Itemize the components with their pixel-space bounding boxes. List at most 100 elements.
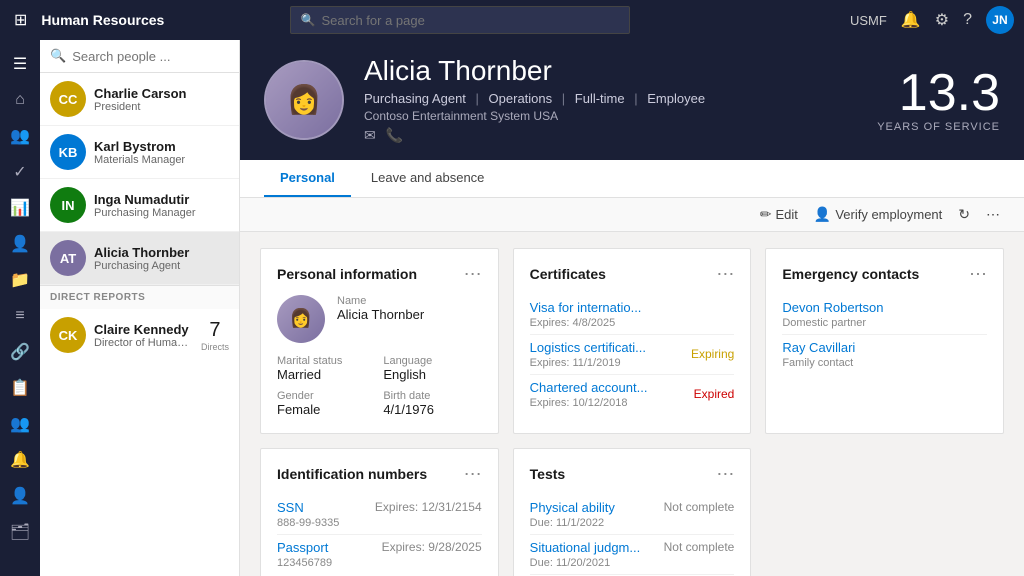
people-search-input[interactable] [72, 49, 240, 64]
pi-name-section: Name Alicia Thornber [337, 295, 424, 322]
pi-label: Birth date [383, 390, 481, 402]
tasks-icon[interactable]: ✓ [4, 156, 36, 188]
person-icon[interactable]: 👤 [4, 228, 36, 260]
cert-name[interactable]: Visa for internatio... [530, 300, 642, 315]
card-title: Tests [530, 466, 566, 482]
pi-label: Marital status [277, 355, 375, 367]
cert-item: Logistics certificati... Expires: 11/1/2… [530, 335, 735, 375]
direct-reports-label: DIRECT REPORTS [40, 285, 239, 309]
app-title: Human Resources [41, 12, 164, 28]
pi-field: Marital status Married [277, 355, 375, 382]
card-more-button[interactable]: ⋯ [716, 465, 734, 483]
verify-icon: 👤 [814, 206, 831, 223]
profile-type2: Employee [647, 91, 705, 106]
app-grid-icon[interactable]: ⊞ [10, 6, 31, 34]
alert-icon[interactable]: 🔔 [4, 444, 36, 476]
pi-value: 4/1/1976 [383, 402, 481, 417]
id-name[interactable]: Passport [277, 540, 332, 555]
refresh-button[interactable]: ↻ [958, 206, 970, 223]
test-name[interactable]: Physical ability [530, 500, 615, 515]
card-more-button[interactable]: ⋯ [969, 265, 987, 283]
more-icon: ⋯ [986, 206, 1000, 223]
archive-icon[interactable]: 🗂 [4, 516, 36, 548]
emergency-contacts-card: Emergency contacts ⋯ Devon Robertson Dom… [765, 248, 1004, 434]
card-more-button[interactable]: ⋯ [716, 265, 734, 283]
profile-department: Operations [489, 91, 553, 106]
person-item-selected[interactable]: AT Alicia Thornber Purchasing Agent [40, 232, 239, 285]
chart-icon[interactable]: 📊 [4, 192, 36, 224]
person-item[interactable]: CC Charlie Carson President [40, 73, 239, 126]
cert-name[interactable]: Chartered account... [530, 380, 648, 395]
test-status: Not complete [664, 500, 735, 514]
person-role: Director of Human Resources [94, 337, 193, 349]
id-expiry: Expires: 9/28/2025 [382, 540, 482, 554]
person-info: Charlie Carson President [94, 86, 229, 113]
environment-label: USMF [850, 13, 887, 28]
tab-leave[interactable]: Leave and absence [355, 160, 500, 197]
ec-name[interactable]: Devon Robertson [782, 300, 987, 315]
profile-title: Purchasing Agent [364, 91, 466, 106]
verify-employment-button[interactable]: 👤 Verify employment [814, 206, 942, 223]
bell-icon[interactable]: 🔔 [901, 10, 921, 30]
pi-field: Birth date 4/1/1976 [383, 390, 481, 417]
group-icon[interactable]: 👥 [4, 408, 36, 440]
ec-item: Devon Robertson Domestic partner [782, 295, 987, 335]
ec-relation: Domestic partner [782, 317, 987, 329]
ec-name[interactable]: Ray Cavillari [782, 340, 987, 355]
link-icon[interactable]: 🔗 [4, 336, 36, 368]
clipboard-icon[interactable]: 📋 [4, 372, 36, 404]
cert-date: Expires: 10/12/2018 [530, 397, 648, 409]
avatar: CK [50, 317, 86, 353]
phone-icon[interactable]: 📞 [386, 127, 403, 144]
icon-sidebar: ☰ ⌂ 👥 ✓ 📊 👤 📁 ≡ 🔗 📋 👥 🔔 👤 🗂 [0, 40, 40, 576]
direct-report-item[interactable]: CK Claire Kennedy Director of Human Reso… [40, 309, 239, 361]
main-content: 👩 Alicia Thornber Purchasing Agent | Ope… [240, 40, 1024, 576]
card-title: Personal information [277, 266, 417, 282]
id-item: Passport 123456789 Expires: 9/28/2025 [277, 535, 482, 574]
directs-count: 7 Directs [201, 319, 229, 352]
pi-name-label: Name [337, 295, 424, 307]
cert-date: Expires: 4/8/2025 [530, 317, 642, 329]
edit-icon: ✏ [760, 206, 772, 223]
person-name: Karl Bystrom [94, 139, 229, 154]
folder-icon[interactable]: 📁 [4, 264, 36, 296]
person-item[interactable]: IN Inga Numadutir Purchasing Manager [40, 179, 239, 232]
user-plus-icon[interactable]: 👤 [4, 480, 36, 512]
person-info: Karl Bystrom Materials Manager [94, 139, 229, 166]
edit-button[interactable]: ✏ Edit [760, 206, 798, 223]
test-item: Situational judgm... Due: 11/20/2021 Not… [530, 535, 735, 575]
pi-field: Gender Female [277, 390, 375, 417]
pi-avatar-row: 👩 Name Alicia Thornber [277, 295, 482, 343]
list-icon[interactable]: ≡ [4, 300, 36, 332]
card-header: Identification numbers ⋯ [277, 465, 482, 483]
profile-type1: Full-time [575, 91, 625, 106]
top-search-input[interactable] [322, 13, 619, 28]
email-icon[interactable]: ✉ [364, 127, 376, 144]
id-name[interactable]: SSN [277, 500, 339, 515]
years-label: YEARS OF SERVICE [877, 121, 1000, 133]
menu-icon[interactable]: ☰ [4, 48, 36, 80]
people-panel: 🔍 CC Charlie Carson President KB Karl By… [40, 40, 240, 576]
person-item[interactable]: KB Karl Bystrom Materials Manager [40, 126, 239, 179]
refresh-icon: ↻ [958, 206, 970, 223]
profile-meta: Purchasing Agent | Operations | Full-tim… [364, 91, 857, 106]
person-name: Alicia Thornber [94, 245, 229, 260]
home-icon[interactable]: ⌂ [4, 84, 36, 116]
user-avatar[interactable]: JN [986, 6, 1014, 34]
cert-name[interactable]: Logistics certificati... [530, 340, 646, 355]
help-icon[interactable]: ? [963, 11, 972, 29]
tab-personal[interactable]: Personal [264, 160, 351, 197]
test-name[interactable]: Situational judgm... [530, 540, 641, 555]
card-more-button[interactable]: ⋯ [464, 465, 482, 483]
id-item: SSN 888-99-9335 Expires: 12/31/2154 [277, 495, 482, 535]
gear-icon[interactable]: ⚙ [935, 10, 949, 30]
card-header: Certificates ⋯ [530, 265, 735, 283]
personal-info-card: Personal information ⋯ 👩 Name Alicia Tho… [260, 248, 499, 434]
people-icon[interactable]: 👥 [4, 120, 36, 152]
card-title: Certificates [530, 266, 606, 282]
card-title: Identification numbers [277, 466, 427, 482]
more-button[interactable]: ⋯ [986, 206, 1000, 223]
card-header: Tests ⋯ [530, 465, 735, 483]
pi-label: Gender [277, 390, 375, 402]
card-more-button[interactable]: ⋯ [464, 265, 482, 283]
